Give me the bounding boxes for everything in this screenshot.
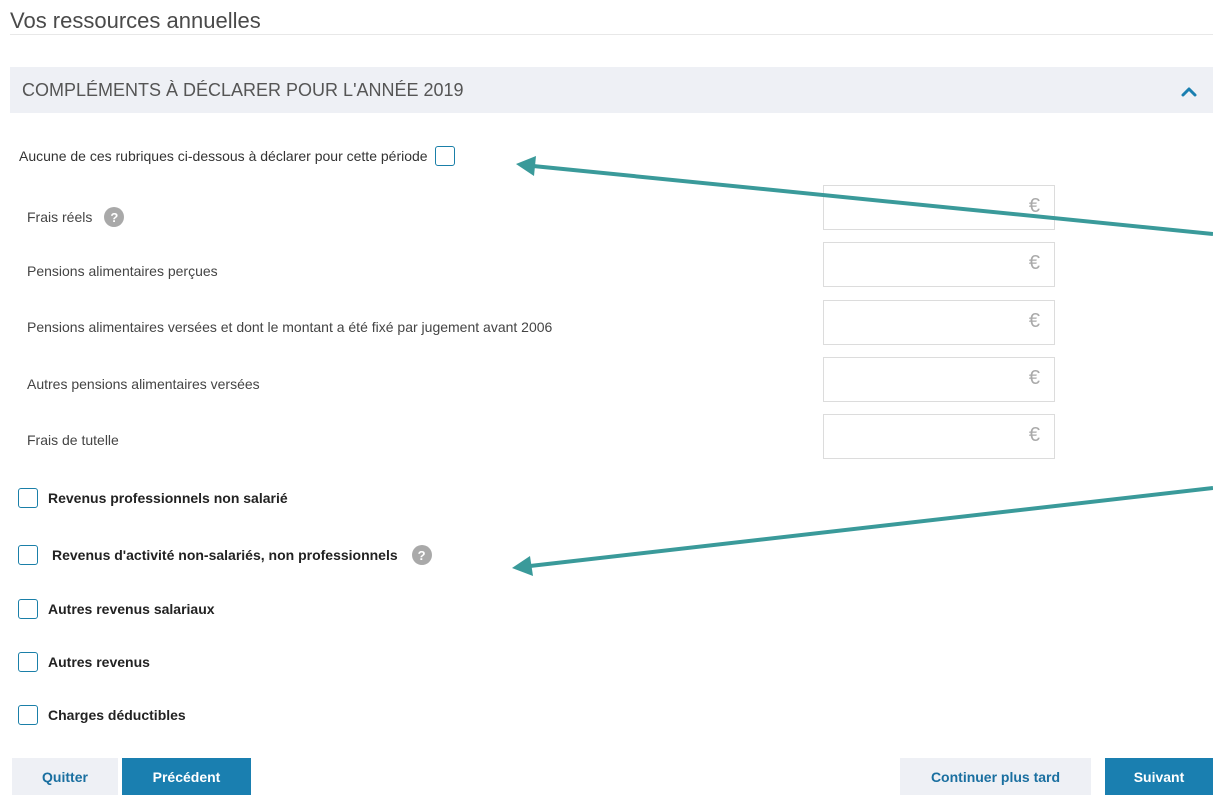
field-label-text: Pensions alimentaires perçues [27, 263, 218, 279]
field-label-frais-tutelle: Frais de tutelle [27, 432, 119, 448]
check-row-autres-revenus-salariaux: Autres revenus salariaux [18, 599, 215, 619]
autres-revenus-salariaux-checkbox[interactable] [18, 599, 38, 619]
page-title: Vos ressources annuelles [10, 8, 261, 33]
euro-icon: € [1028, 252, 1040, 274]
help-icon[interactable]: ? [104, 207, 125, 227]
check-row-revenus-activite: Revenus d'activité non-salariés, non pro… [18, 545, 432, 565]
chevron-up-icon [1181, 87, 1197, 97]
field-label-autres-pensions: Autres pensions alimentaires versées [27, 376, 260, 392]
continue-later-button[interactable]: Continuer plus tard [900, 758, 1091, 795]
check-label: Charges déductibles [48, 707, 186, 723]
frais-tutelle-input[interactable]: € [823, 414, 1055, 459]
field-label-text: Frais réels [27, 209, 93, 225]
check-label: Revenus professionnels non salarié [48, 490, 288, 506]
autres-revenus-checkbox[interactable] [18, 652, 38, 672]
field-label-text: Autres pensions alimentaires versées [27, 376, 260, 392]
charges-deductibles-checkbox[interactable] [18, 705, 38, 725]
euro-icon: € [1028, 424, 1040, 446]
section-header: COMPLÉMENTS À DÉCLARER POUR L'ANNÉE 2019 [10, 67, 1213, 113]
autres-pensions-input[interactable]: € [823, 357, 1055, 402]
check-label: Autres revenus salariaux [48, 601, 215, 617]
revenus-activite-checkbox[interactable] [18, 545, 38, 565]
check-row-charges-deductibles: Charges déductibles [18, 705, 186, 725]
next-button[interactable]: Suivant [1105, 758, 1213, 795]
previous-button[interactable]: Précédent [122, 758, 251, 795]
field-label-pensions-percues: Pensions alimentaires perçues [27, 263, 218, 279]
help-icon[interactable]: ? [411, 545, 432, 565]
frais-reels-input[interactable]: € [823, 185, 1055, 230]
check-row-autres-revenus: Autres revenus [18, 652, 150, 672]
section-title: COMPLÉMENTS À DÉCLARER POUR L'ANNÉE 2019 [22, 80, 464, 100]
collapse-button[interactable] [1175, 77, 1203, 105]
euro-icon: € [1028, 195, 1040, 217]
none-option-label: Aucune de ces rubriques ci-dessous à déc… [19, 148, 428, 164]
check-label: Revenus d'activité non-salariés, non pro… [52, 547, 398, 563]
title-divider [10, 34, 1213, 35]
field-label-pensions-versees-jugement: Pensions alimentaires versées et dont le… [27, 319, 552, 335]
field-label-text: Frais de tutelle [27, 432, 119, 448]
quit-button[interactable]: Quitter [12, 758, 118, 795]
revenus-pro-checkbox[interactable] [18, 488, 38, 508]
pensions-percues-input[interactable]: € [823, 242, 1055, 287]
field-label-text: Pensions alimentaires versées et dont le… [27, 319, 553, 335]
euro-icon: € [1028, 367, 1040, 389]
annotation-arrow-bottom [512, 486, 1213, 576]
check-label: Autres revenus [48, 654, 150, 670]
pensions-versees-jugement-input[interactable]: € [823, 300, 1055, 345]
field-label-frais-reels: Frais réels ? [27, 207, 125, 227]
none-option-row: Aucune de ces rubriques ci-dessous à déc… [19, 146, 455, 166]
none-option-checkbox[interactable] [434, 146, 455, 166]
euro-icon: € [1028, 310, 1040, 332]
check-row-revenus-pro: Revenus professionnels non salarié [18, 488, 288, 508]
